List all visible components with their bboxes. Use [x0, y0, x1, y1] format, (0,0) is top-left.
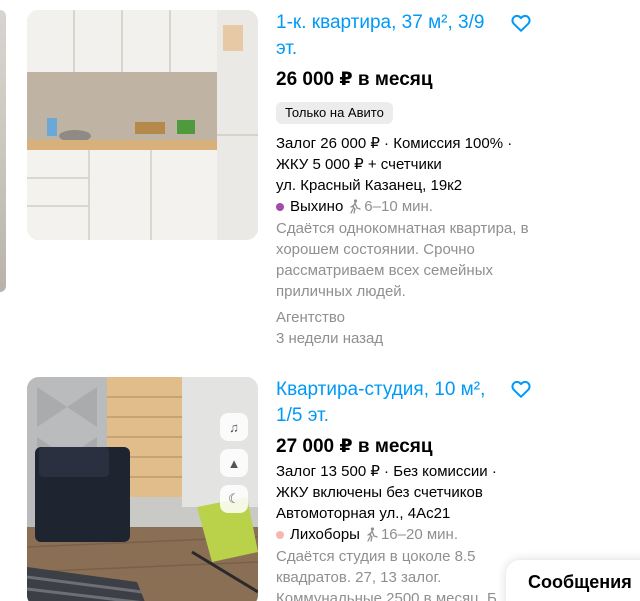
listing-card[interactable]: 1-к. квартира, 37 м², 3/9 эт. 26 000 ₽ в… — [0, 0, 640, 360]
posted-time: 3 недели назад — [276, 330, 384, 347]
music-note-icon[interactable]: ♫ — [220, 413, 248, 441]
listing-details: Залог 13 500 ₽ · Без комиссии · ЖКУ вклю… — [276, 461, 526, 601]
metro-line-dot-icon — [276, 530, 284, 539]
metro-station-name: Выхино — [290, 198, 344, 215]
address: ул. Красный Казанец, 19к2 — [276, 177, 463, 194]
bell-icon[interactable]: ▲ — [220, 449, 248, 477]
listing-description: Сдаётся однокомнатная квартира, в хороше… — [276, 220, 529, 300]
listing-price: 26 000 ₽ в месяц — [276, 69, 433, 90]
metro-station: Выхино 6–10 мин. — [276, 196, 526, 217]
listing-price: 27 000 ₽ в месяц — [276, 436, 433, 457]
walk-time-text: 16–20 мин. — [380, 526, 458, 543]
metro-station-name: Лихоборы — [290, 526, 360, 543]
deposit-commission: Залог 13 500 ₽ · Без комиссии · — [276, 463, 497, 480]
kitchen-photo — [27, 10, 258, 240]
photo-overlay-icons: ♫ ▲ ☾ — [220, 413, 248, 513]
metro-station: Лихоборы 16–20 мин. — [276, 524, 526, 545]
pedestrian-icon — [367, 527, 378, 542]
listing-info: Квартира-студия, 10 м², 1/5 эт. 27 000 ₽… — [276, 377, 526, 601]
favorite-heart-icon[interactable] — [510, 12, 532, 34]
messages-button[interactable]: Сообщения — [506, 560, 640, 601]
listing-info: 1-к. квартира, 37 м², 3/9 эт. 26 000 ₽ в… — [276, 10, 529, 349]
listing-title-link[interactable]: Квартира-студия, 10 м², 1/5 эт. — [276, 377, 491, 429]
deposit-commission: Залог 26 000 ₽ · Комиссия 100% · — [276, 135, 513, 152]
utilities: ЖКУ 5 000 ₽ + счетчики — [276, 156, 442, 173]
metro-line-dot-icon — [276, 202, 284, 211]
listing-description: Сдаётся студия в цоколе 8.5 квадратов. 2… — [276, 548, 497, 601]
utilities: ЖКУ включены без счетчиков — [276, 484, 483, 501]
moon-icon[interactable]: ☾ — [220, 485, 248, 513]
seller-type: Агентство — [276, 309, 345, 326]
walk-time: 6–10 мин. — [348, 196, 433, 217]
listing-photo[interactable] — [27, 10, 258, 240]
address: Автомоторная ул., 4Ас21 — [276, 505, 451, 522]
walk-time: 16–20 мин. — [365, 524, 458, 545]
walk-time-text: 6–10 мин. — [364, 198, 433, 215]
listing-title-link[interactable]: 1-к. квартира, 37 м², 3/9 эт. — [276, 10, 491, 62]
listing-photo[interactable]: ♫ ▲ ☾ — [27, 377, 258, 601]
pedestrian-icon — [350, 199, 361, 214]
favorite-heart-icon[interactable] — [510, 378, 532, 400]
avito-only-badge: Только на Авито — [276, 102, 393, 124]
listing-details: Залог 26 000 ₽ · Комиссия 100% · ЖКУ 5 0… — [276, 133, 529, 349]
